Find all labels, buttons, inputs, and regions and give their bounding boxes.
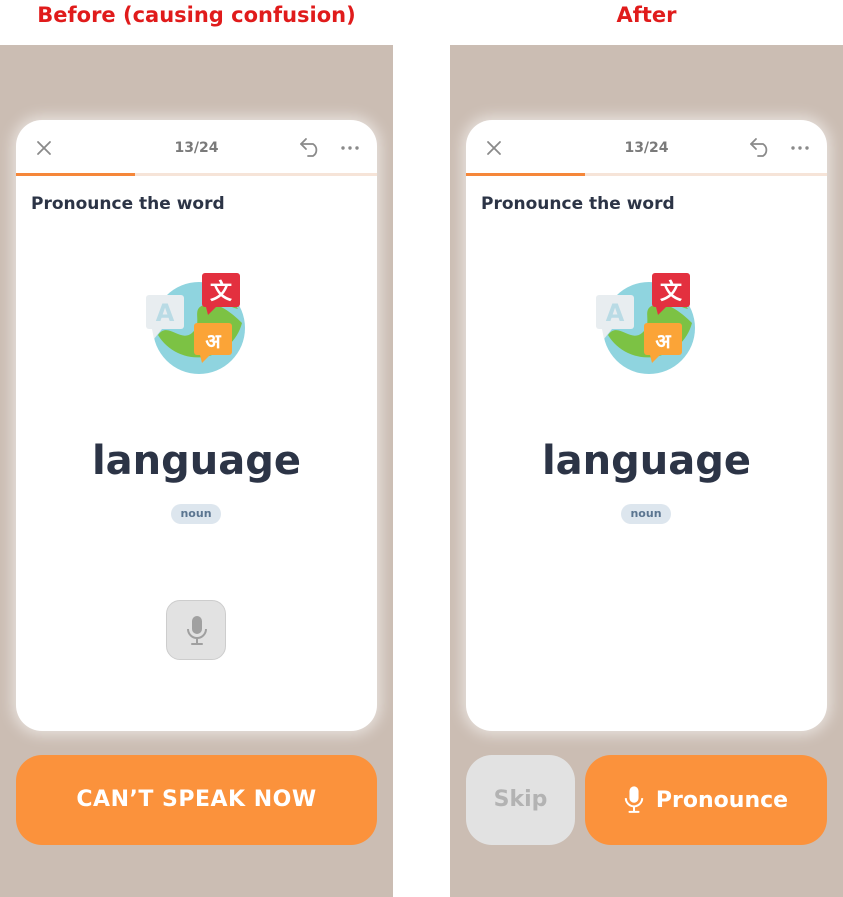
- microphone-button[interactable]: [166, 600, 226, 660]
- svg-text:A: A: [156, 299, 175, 327]
- part-of-speech-badge: noun: [621, 504, 671, 524]
- skip-button[interactable]: Skip: [466, 755, 575, 845]
- more-icon[interactable]: [789, 138, 811, 158]
- before-screen: 13/24 Pronounce the word A 文 अ language …: [0, 45, 393, 897]
- globe-translate-icon: A 文 अ: [146, 273, 245, 374]
- svg-text:文: 文: [660, 279, 683, 305]
- more-icon[interactable]: [339, 138, 361, 158]
- microphone-icon: [187, 616, 207, 645]
- exercise-prompt: Pronounce the word: [31, 194, 225, 214]
- after-caption: After: [616, 3, 677, 27]
- progress-bar: [466, 173, 827, 176]
- progress-bar-fill: [466, 173, 586, 176]
- pronounce-button[interactable]: Pronounce: [585, 755, 827, 845]
- cant-speak-now-button[interactable]: CAN’T SPEAK NOW: [16, 755, 377, 845]
- globe-translate-icon: A 文 अ: [596, 273, 695, 374]
- progress-bar: [16, 173, 377, 176]
- exercise-prompt: Pronounce the word: [481, 194, 675, 214]
- target-word: language: [541, 438, 752, 484]
- target-word: language: [91, 438, 302, 484]
- svg-text:अ: अ: [205, 329, 221, 353]
- part-of-speech-badge: noun: [171, 504, 221, 524]
- svg-text:अ: अ: [655, 329, 671, 353]
- svg-text:A: A: [606, 299, 625, 327]
- undo-icon[interactable]: [749, 136, 773, 158]
- card-header: 13/24: [16, 120, 377, 176]
- lesson-card: 13/24 Pronounce the word A 文 अ language …: [466, 120, 827, 731]
- svg-text:文: 文: [210, 279, 233, 305]
- progress-bar-fill: [16, 173, 136, 176]
- microphone-icon: [624, 786, 644, 813]
- pronounce-label: Pronounce: [655, 787, 789, 813]
- undo-icon[interactable]: [299, 136, 323, 158]
- card-header: 13/24: [466, 120, 827, 176]
- lesson-card: 13/24 Pronounce the word A 文 अ language …: [16, 120, 377, 731]
- after-screen: 13/24 Pronounce the word A 文 अ language …: [450, 45, 843, 897]
- before-caption: Before (causing confusion): [37, 3, 356, 27]
